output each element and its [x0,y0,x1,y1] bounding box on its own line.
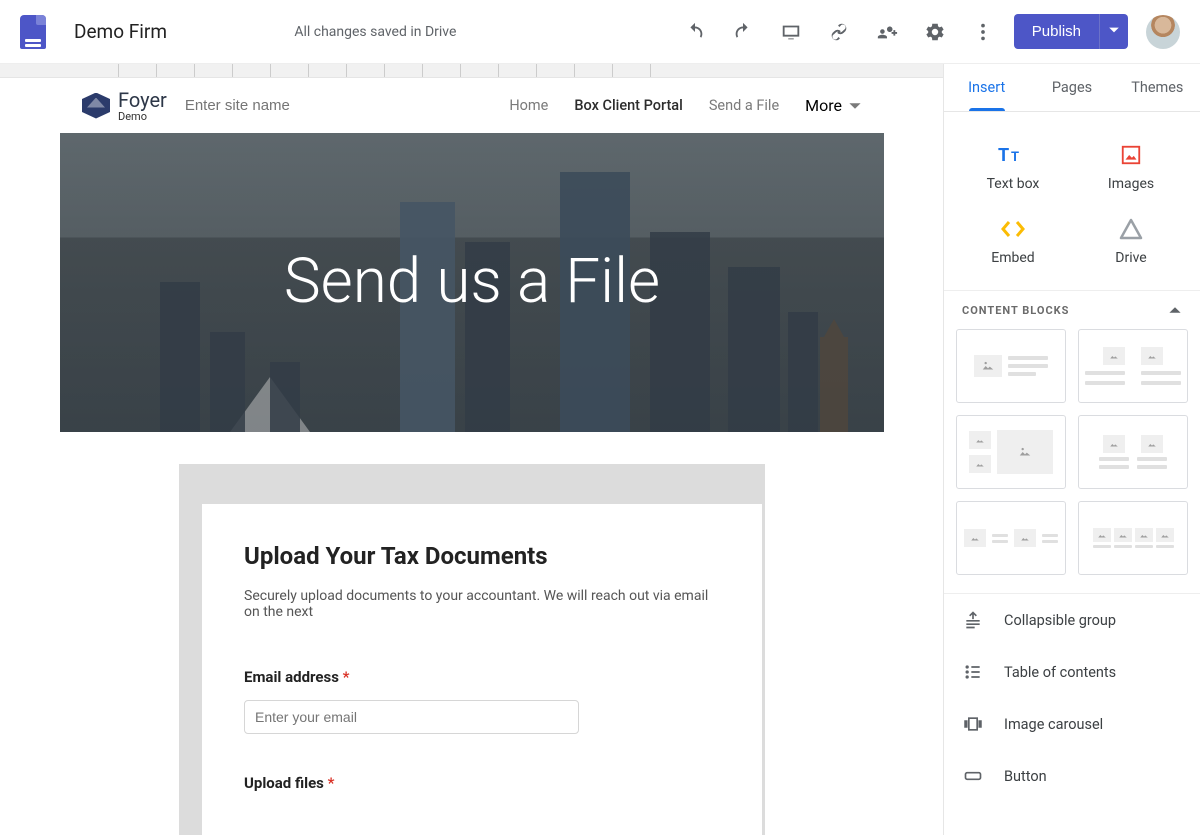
publish-button[interactable]: Publish [1014,14,1099,49]
site-logo-icon [82,93,110,119]
insert-drive[interactable]: Drive [1072,204,1190,278]
insert-grid: TT Text box Images Embed Drive [944,112,1200,290]
account-avatar[interactable] [1146,15,1180,49]
redo-icon[interactable] [732,21,754,43]
upload-label: Upload files * [244,774,720,792]
site-name-input[interactable] [185,97,335,114]
preview-icon[interactable] [780,21,802,43]
block-layout-4[interactable] [1078,415,1188,489]
hero-title[interactable]: Send us a File [284,242,660,323]
chevron-down-icon [848,99,862,113]
publish-dropdown[interactable] [1099,14,1128,49]
block-layout-3[interactable] [956,415,1066,489]
link-icon[interactable] [828,21,850,43]
tab-insert[interactable]: Insert [944,64,1029,111]
app-topbar: Demo Firm All changes saved in Drive Pub… [0,0,1200,64]
undo-icon[interactable] [684,21,706,43]
site-header: Foyer Demo Home Box Client Portal Send a… [60,78,884,133]
component-button-label: Button [1004,768,1047,785]
svg-text:T: T [998,145,1009,166]
block-layout-2[interactable] [1078,329,1188,403]
hero-banner[interactable]: Send us a File [60,133,884,432]
toc-icon [962,662,984,682]
email-label: Email address * [244,668,720,686]
settings-icon[interactable] [924,21,946,43]
save-status: All changes saved in Drive [67,24,684,40]
insert-embed[interactable]: Embed [954,204,1072,278]
publish-group: Publish [1014,14,1128,49]
drive-icon [1119,216,1143,242]
nav-more[interactable]: More [805,96,862,115]
insert-images-label: Images [1108,176,1154,192]
topbar-actions [684,21,994,43]
canvas-area: Foyer Demo Home Box Client Portal Send a… [0,64,943,835]
site-logo-text: Foyer [118,88,167,112]
component-carousel[interactable]: Image carousel [944,698,1200,750]
site-page[interactable]: Foyer Demo Home Box Client Portal Send a… [60,78,884,835]
images-icon [1120,142,1142,168]
horizontal-ruler [0,64,943,78]
tab-themes[interactable]: Themes [1115,64,1200,111]
insert-images[interactable]: Images [1072,130,1190,204]
panel-tabs: Insert Pages Themes [944,64,1200,112]
site-logo[interactable]: Foyer Demo [82,88,167,123]
block-layout-1[interactable] [956,329,1066,403]
email-field[interactable] [244,700,579,734]
nav-portal[interactable]: Box Client Portal [574,97,682,114]
form-description: Securely upload documents to your accoun… [244,588,720,620]
component-carousel-label: Image carousel [1004,716,1103,733]
block-layout-6[interactable] [1078,501,1188,575]
tab-pages[interactable]: Pages [1029,64,1114,111]
embed-icon [1000,216,1026,242]
site-nav: Home Box Client Portal Send a File More [509,96,862,115]
insert-textbox-label: Text box [987,176,1040,192]
carousel-icon [962,714,984,734]
content-blocks-header[interactable]: CONTENT BLOCKS [944,290,1200,329]
component-list: Collapsible group Table of contents Imag… [944,593,1200,802]
button-icon [962,766,984,786]
textbox-icon: TT [998,142,1028,168]
insert-textbox[interactable]: TT Text box [954,130,1072,204]
chevron-up-icon [1168,303,1182,317]
right-panel: Insert Pages Themes TT Text box Images E… [943,64,1200,835]
nav-more-label: More [805,96,842,115]
insert-embed-label: Embed [991,250,1034,266]
component-toc[interactable]: Table of contents [944,646,1200,698]
form-title: Upload Your Tax Documents [244,542,720,570]
component-collapsible[interactable]: Collapsible group [944,594,1200,646]
share-icon[interactable] [876,21,898,43]
more-icon[interactable] [972,21,994,43]
svg-text:T: T [1011,150,1019,165]
form-area: Upload Your Tax Documents Securely uploa… [60,432,884,835]
embedded-form[interactable]: Upload Your Tax Documents Securely uploa… [202,504,762,835]
sites-logo-icon[interactable] [20,15,46,49]
nav-home[interactable]: Home [509,97,548,114]
block-layout-5[interactable] [956,501,1066,575]
content-blocks-grid [944,329,1200,593]
collapsible-icon [962,610,984,630]
content-blocks-label: CONTENT BLOCKS [962,304,1069,317]
component-button[interactable]: Button [944,750,1200,802]
component-toc-label: Table of contents [1004,664,1116,681]
component-collapsible-label: Collapsible group [1004,612,1116,629]
insert-drive-label: Drive [1115,250,1146,266]
workspace: Foyer Demo Home Box Client Portal Send a… [0,64,1200,835]
nav-send-file[interactable]: Send a File [709,97,779,114]
